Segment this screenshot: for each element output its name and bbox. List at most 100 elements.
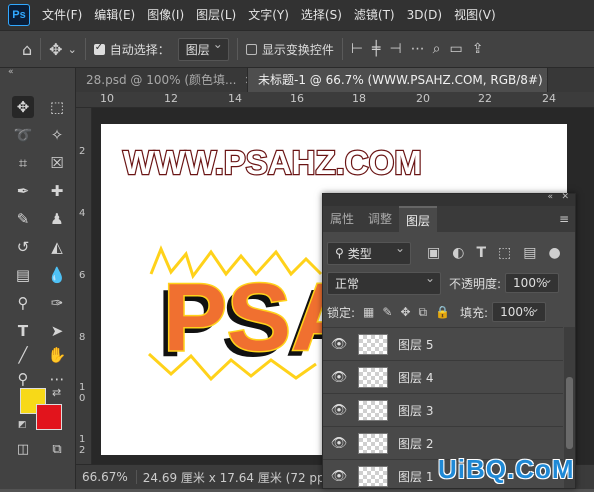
panel-tabs: 属性 调整 图层 ≡ [323,206,575,232]
filter-adjustment-icon[interactable]: ◐ [452,245,464,261]
history-brush-tool-icon[interactable]: ↺ [12,236,34,258]
blend-row: 正常 不透明度: 100% [323,271,575,295]
home-icon[interactable]: ⌂ [22,40,32,59]
menu-edit[interactable]: 编辑(E) [88,0,141,30]
filter-type-icon[interactable]: T [476,245,486,261]
collapse-panel-icon[interactable]: « [547,192,553,202]
fill-field[interactable]: 100% [492,301,547,322]
vertical-ruler[interactable]: 2 4 6 8 1 0 1 2 [76,108,92,464]
gradient-tool-icon[interactable]: ▤ [12,264,34,286]
visibility-eye-icon[interactable]: 👁 [323,337,355,352]
lock-all-icon[interactable]: 🔒 [435,305,450,319]
filter-pixel-icon[interactable]: ▣ [427,245,440,261]
visibility-eye-icon[interactable]: 👁 [323,469,355,484]
zoom-level[interactable]: 66.67% [76,470,137,484]
default-colors-icon[interactable]: ◩ [18,420,27,430]
options-bar: ⌂ ✥ ⌄ 自动选择： 图层 显示变换控件 ⊢ ╪ ⊣ ⋯ ⌕ ▭ ⇪ [0,30,594,68]
menu-file[interactable]: 文件(F) [36,0,88,30]
visibility-eye-icon[interactable]: 👁 [323,403,355,418]
layer-row[interactable]: 👁 图层 4 [323,360,563,393]
divider [341,38,343,60]
lock-pixels-icon[interactable]: ✎ [382,305,392,319]
auto-select-label: 自动选择： [109,42,170,57]
dodge-tool-icon[interactable]: ⚲ [12,292,34,314]
lock-transparency-icon[interactable]: ▦ [363,305,374,319]
ruler-label: 2 [79,146,86,157]
menu-image[interactable]: 图像(I) [141,0,190,30]
lock-position-icon[interactable]: ✥ [400,305,410,319]
tab-28-psd[interactable]: 28.psd @ 100% (颜色填...✕ [76,68,248,92]
align-right-icon[interactable]: ⊣ [389,41,401,57]
show-transform-checkbox[interactable]: 显示变换控件 [245,41,334,58]
menu-3d[interactable]: 3D(D) [401,0,448,30]
horizontal-ruler[interactable]: 10 12 14 16 18 20 22 24 [76,92,594,108]
menu-layer[interactable]: 图层(L) [190,0,242,30]
move-tool-icon[interactable]: ✥ [49,40,62,59]
ruler-label: 18 [352,92,366,105]
visibility-eye-icon[interactable]: 👁 [323,370,355,385]
menu-select[interactable]: 选择(S) [295,0,348,30]
blur-tool-icon[interactable]: 💧 [46,264,68,286]
menu-type[interactable]: 文字(Y) [242,0,295,30]
eraser-tool-icon[interactable]: ◭ [46,236,68,258]
panel-header[interactable]: « ✕ [323,192,575,206]
layer-row[interactable]: 👁 图层 5 [323,327,563,360]
layer-filter-row: ⚲ 类型 ▣ ◐ T ⬚ ▤ ● [323,241,575,265]
menu-view[interactable]: 视图(V) [448,0,502,30]
menu-filter[interactable]: 滤镜(T) [348,0,401,30]
tab-properties[interactable]: 属性 [323,206,361,232]
share-icon[interactable]: ⇪ [472,41,484,57]
frame-tool-icon[interactable]: ☒ [46,152,68,174]
filter-toggle-icon[interactable]: ● [548,245,560,261]
align-left-icon[interactable]: ⊢ [351,41,363,57]
type-tool-icon[interactable]: T [12,320,34,342]
hand-tool-icon[interactable]: ✋ [46,344,68,366]
tab-untitled-1[interactable]: 未标题-1 @ 66.7% (WWW.PSAHZ.COM, RGB/8#) *✕ [248,68,548,92]
blend-mode-dropdown[interactable]: 正常 [327,271,441,295]
chevron-down-icon[interactable]: ⌄ [68,43,77,56]
quick-mask-icon[interactable]: ◫ [12,438,34,460]
filter-kind-dropdown[interactable]: ⚲ 类型 [327,241,411,265]
auto-select-dropdown[interactable]: 图层 [177,37,229,61]
ruler-label: 1 2 [79,434,86,456]
document-size[interactable]: 24.69 厘米 x 17.64 厘米 (72 ppi) [137,469,333,486]
filter-shape-icon[interactable]: ⬚ [498,245,511,261]
brush-tool-icon[interactable]: ✎ [12,208,34,230]
layer-thumbnail [358,465,388,487]
panel-menu-icon[interactable]: ≡ [559,206,569,232]
eyedropper-tool-icon[interactable]: ✒ [12,180,34,202]
workspace-icon[interactable]: ▭ [450,41,463,57]
more-options-icon[interactable]: ⋯ [411,41,425,57]
close-icon[interactable]: ✕ [561,192,569,202]
lock-artboard-icon[interactable]: ⧉ [419,305,428,320]
checkbox-checked[interactable] [93,42,105,55]
lasso-tool-icon[interactable]: ➰ [12,124,34,146]
tab-adjustments[interactable]: 调整 [361,206,399,232]
swap-colors-icon[interactable]: ⇄ [52,386,61,399]
zoom-tool-icon[interactable]: ⚲ [12,368,34,390]
move-tool-icon[interactable]: ✥ [12,96,34,118]
show-transform-label: 显示变换控件 [261,42,334,57]
tab-layers[interactable]: 图层 [399,206,438,232]
marquee-tool-icon[interactable]: ⬚ [46,96,68,118]
collapse-panel-icon[interactable]: « [8,67,14,77]
pen-tool-icon[interactable]: ✑ [46,292,68,314]
checkbox-unchecked[interactable] [245,43,257,55]
search-icon[interactable]: ⌕ [433,41,441,57]
filter-smart-object-icon[interactable]: ▤ [523,245,536,261]
visibility-eye-icon[interactable]: 👁 [323,436,355,451]
filter-kind-label: 类型 [347,246,372,261]
screen-mode-icon[interactable]: ⧉ [46,438,68,460]
line-tool-icon[interactable]: ╱ [12,344,34,366]
crop-tool-icon[interactable]: ⌗ [12,152,34,174]
opacity-field[interactable]: 100% [505,272,560,293]
background-color-swatch[interactable] [36,404,62,430]
align-center-icon[interactable]: ╪ [372,41,380,57]
clone-stamp-tool-icon[interactable]: ♟ [46,208,68,230]
auto-select-checkbox[interactable]: 自动选择： [93,41,170,58]
path-selection-tool-icon[interactable]: ➤ [46,320,68,342]
layer-row[interactable]: 👁 图层 3 [323,393,563,426]
magic-wand-tool-icon[interactable]: ✧ [46,124,68,146]
scrollbar-thumb[interactable] [566,377,573,449]
healing-brush-tool-icon[interactable]: ✚ [46,180,68,202]
